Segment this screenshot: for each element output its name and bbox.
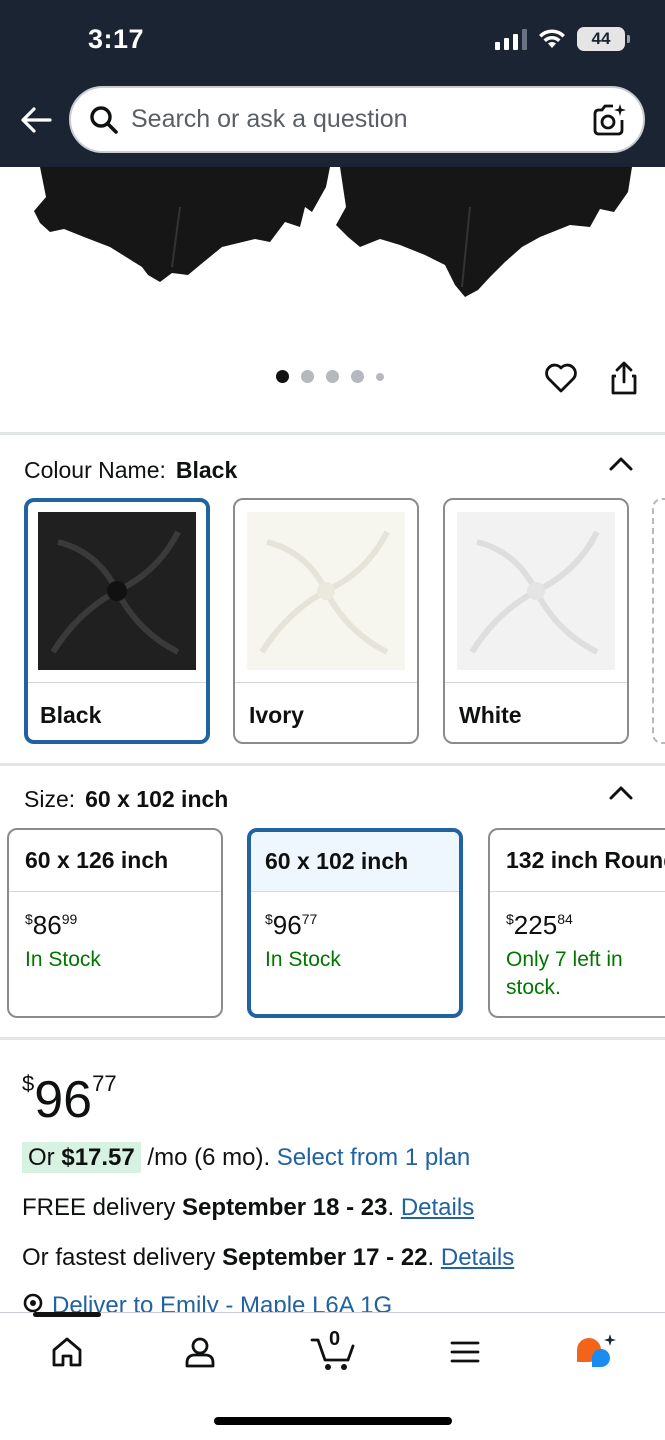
installment-plan: Or $17.57 /mo (6 mo). Select from 1 plan <box>22 1142 470 1173</box>
wishlist-heart-icon[interactable] <box>543 360 579 396</box>
stock-status: In Stock <box>265 948 341 971</box>
cart-count: 0 <box>329 1328 341 1350</box>
account-icon[interactable] <box>178 1330 222 1374</box>
colour-label-text: Colour Name: <box>24 457 166 483</box>
colour-swatch-white[interactable]: White <box>443 498 629 744</box>
swatch-black-image <box>38 512 196 670</box>
swatch-label: Ivory <box>249 702 304 728</box>
active-tab-indicator <box>33 1312 101 1317</box>
carousel-dot[interactable] <box>326 370 339 383</box>
carousel-dots[interactable] <box>276 370 384 383</box>
size-option-60x126[interactable]: 60 x 126 inch $8699 In Stock <box>7 828 223 1018</box>
size-option-name: 132 inch Round <box>490 830 665 892</box>
size-option-name: 60 x 126 inch <box>9 830 221 892</box>
swatch-white-image <box>457 512 615 670</box>
chevron-up-icon[interactable] <box>606 449 636 479</box>
section-divider <box>0 432 665 435</box>
chevron-up-icon[interactable] <box>606 778 636 808</box>
size-option-price: $22584 <box>506 910 573 940</box>
size-option-60x102[interactable]: 60 x 102 inch $9677 In Stock <box>247 828 463 1018</box>
product-price: $9677 <box>22 1071 117 1129</box>
carousel-dot[interactable] <box>301 370 314 383</box>
cellular-signal-icon <box>495 28 527 50</box>
menu-icon[interactable] <box>443 1330 487 1374</box>
section-divider <box>0 1037 665 1040</box>
deliver-to-link[interactable]: Deliver to Emily - Maple L6A 1G <box>22 1292 392 1312</box>
size-label: Size: 60 x 102 inch <box>24 786 228 813</box>
search-bar[interactable] <box>69 86 645 153</box>
search-input[interactable] <box>131 105 589 134</box>
battery-icon: 44 <box>577 27 630 51</box>
home-indicator <box>214 1417 452 1425</box>
back-arrow-icon <box>21 107 52 133</box>
colour-swatch-more[interactable] <box>652 498 665 744</box>
back-button[interactable] <box>16 100 56 140</box>
free-delivery-line: FREE delivery September 18 - 23. Details <box>22 1194 475 1221</box>
camera-lens-icon[interactable] <box>589 100 629 140</box>
search-icon <box>87 103 121 137</box>
colour-swatch-ivory[interactable]: Ivory <box>233 498 419 744</box>
swatch-label: Black <box>40 702 102 728</box>
plan-suffix: /mo (6 mo). <box>147 1144 271 1171</box>
status-time: 3:17 <box>88 24 145 54</box>
home-icon[interactable] <box>45 1330 89 1374</box>
size-option-name: 60 x 102 inch <box>251 832 459 892</box>
size-option-price: $8699 <box>25 910 78 940</box>
fast-delivery-details-link[interactable]: Details <box>441 1244 514 1271</box>
size-label-text: Size: <box>24 786 76 812</box>
status-icons: 44 <box>495 27 630 51</box>
section-divider <box>0 763 665 766</box>
swatch-ivory-image <box>247 512 405 670</box>
size-option-132-round[interactable]: 132 inch Round $22584 Only 7 left in sto… <box>488 828 665 1018</box>
cart-icon[interactable]: 0 <box>309 1328 359 1374</box>
colour-swatch-black[interactable]: Black <box>24 498 210 744</box>
colour-selected-value: Black <box>175 457 238 483</box>
deliver-to-text: Deliver to Emily - Maple L6A 1G <box>52 1292 393 1312</box>
wifi-icon <box>539 29 565 48</box>
rufus-assistant-icon[interactable] <box>574 1330 618 1374</box>
product-image[interactable] <box>0 167 665 347</box>
stock-status: Only 7 left in stock. <box>506 948 623 999</box>
select-plan-link[interactable]: Select from 1 plan <box>277 1144 470 1171</box>
delivery-details-link[interactable]: Details <box>401 1194 474 1221</box>
size-selected-value: 60 x 102 inch <box>85 786 229 812</box>
colour-label: Colour Name: Black <box>24 457 237 484</box>
size-option-price: $9677 <box>265 910 318 940</box>
fast-delivery-line: Or fastest delivery September 17 - 22. D… <box>22 1244 515 1271</box>
share-icon[interactable] <box>606 360 642 396</box>
plan-badge: Or $17.57 <box>22 1142 141 1173</box>
location-pin-icon <box>23 1293 43 1312</box>
carousel-dot[interactable] <box>351 370 364 383</box>
carousel-dot[interactable] <box>376 372 384 381</box>
carousel-dot[interactable] <box>276 370 289 383</box>
swatch-label: White <box>459 702 522 728</box>
tablecloth-image <box>34 167 632 297</box>
top-bar: 3:17 44 <box>0 0 665 167</box>
stock-status: In Stock <box>25 948 101 971</box>
